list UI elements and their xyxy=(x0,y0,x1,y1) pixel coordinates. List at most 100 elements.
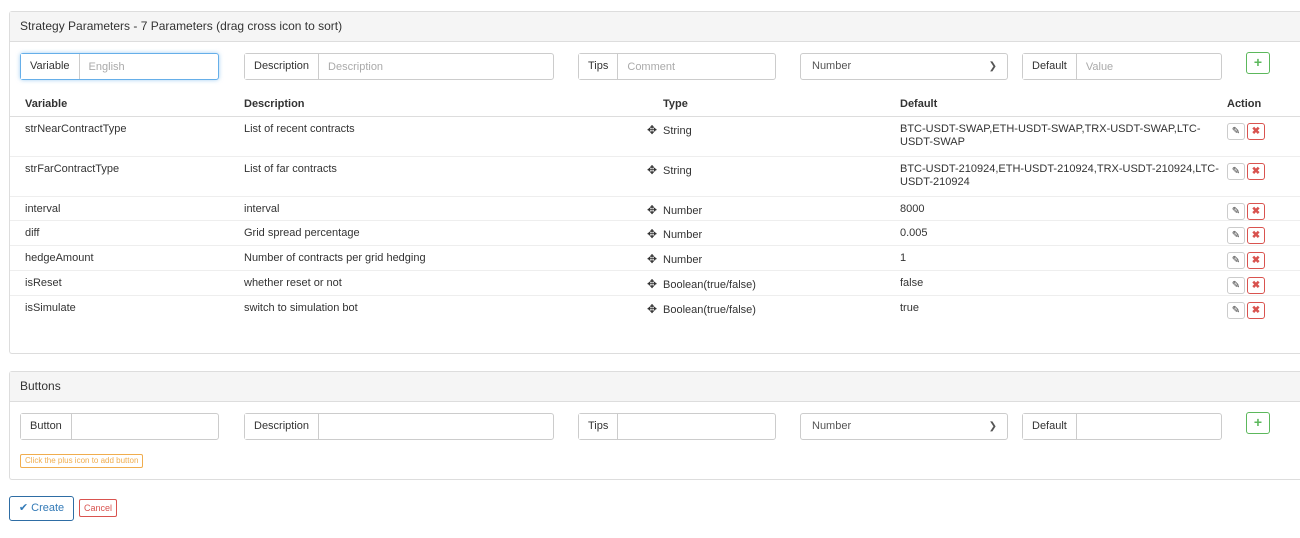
table-row: diff Grid spread percentage ✥ Number 0.00… xyxy=(10,219,1300,245)
row-actions: ✎ ✖ xyxy=(1227,155,1300,196)
add-button-button[interactable]: + xyxy=(1246,412,1270,434)
row-default: 1 xyxy=(900,244,1227,270)
move-cross-icon[interactable]: ✥ xyxy=(646,302,658,316)
row-type: String xyxy=(663,124,692,137)
row-description: Grid spread percentage xyxy=(244,219,646,245)
table-row: isSimulate switch to simulation bot ✥ Boo… xyxy=(10,294,1300,320)
row-variable: diff xyxy=(10,219,244,245)
move-cross-icon[interactable]: ✥ xyxy=(646,163,658,177)
row-variable: strFarContractType xyxy=(10,155,244,196)
pencil-icon[interactable]: ✎ xyxy=(1227,202,1245,220)
row-description: whether reset or not xyxy=(244,269,646,295)
pencil-icon[interactable]: ✎ xyxy=(1227,276,1245,294)
button-default-input[interactable] xyxy=(1076,414,1221,439)
row-type-cell: ✥ String xyxy=(646,155,900,196)
close-icon[interactable]: ✖ xyxy=(1247,122,1265,140)
move-cross-icon[interactable]: ✥ xyxy=(646,252,658,266)
row-default: false xyxy=(900,269,1227,295)
pencil-icon[interactable]: ✎ xyxy=(1227,162,1245,180)
button-tips-input-group: Tips xyxy=(578,413,776,440)
table-row: strNearContractType List of recent contr… xyxy=(10,115,1300,156)
tips-input-group: Tips xyxy=(578,53,776,80)
row-description: Number of contracts per grid hedging xyxy=(244,244,646,270)
pencil-icon[interactable]: ✎ xyxy=(1227,251,1245,269)
row-description: List of recent contracts xyxy=(244,115,646,156)
row-actions: ✎ ✖ xyxy=(1227,269,1300,295)
parameter-form-row: Variable Description Tips Number ❯ Defau… xyxy=(10,42,1300,82)
check-icon: ✔ xyxy=(18,502,29,514)
row-type-cell: ✥ Boolean(true/false) xyxy=(646,294,900,320)
table-row: isReset whether reset or not ✥ Boolean(tr… xyxy=(10,269,1300,295)
row-actions: ✎ ✖ xyxy=(1227,294,1300,320)
row-type-cell: ✥ Number xyxy=(646,195,900,220)
row-actions: ✎ ✖ xyxy=(1227,219,1300,245)
button-type-select-value: Number xyxy=(812,420,852,432)
button-default-label: Default xyxy=(1023,414,1077,439)
close-icon[interactable]: ✖ xyxy=(1247,251,1265,269)
row-actions: ✎ ✖ xyxy=(1227,244,1300,270)
strategy-parameters-panel: Strategy Parameters - 7 Parameters (drag… xyxy=(9,11,1300,354)
add-button-hint: Click the plus icon to add button xyxy=(20,454,144,468)
row-variable: isReset xyxy=(10,269,244,295)
button-input[interactable] xyxy=(71,414,218,439)
move-cross-icon[interactable]: ✥ xyxy=(646,123,658,137)
button-label: Button xyxy=(21,414,72,439)
row-type-cell: ✥ Boolean(true/false) xyxy=(646,269,900,295)
row-description: List of far contracts xyxy=(244,155,646,196)
close-icon[interactable]: ✖ xyxy=(1247,226,1265,244)
chevron-down-icon: ❯ xyxy=(988,61,997,72)
close-icon[interactable]: ✖ xyxy=(1247,162,1265,180)
row-variable: strNearContractType xyxy=(10,115,244,156)
default-input-group: Default xyxy=(1022,53,1222,80)
description-input-group: Description xyxy=(244,53,554,80)
pencil-icon[interactable]: ✎ xyxy=(1227,122,1245,140)
variable-label: Variable xyxy=(21,54,80,79)
button-tips-input[interactable] xyxy=(618,414,775,439)
buttons-panel: Buttons Button Description Tips Number ❯… xyxy=(9,371,1300,480)
table-row: interval interval ✥ Number 8000 ✎ ✖ xyxy=(10,195,1300,220)
close-icon[interactable]: ✖ xyxy=(1247,276,1265,294)
button-type-select[interactable]: Number ❯ xyxy=(800,413,1008,440)
description-input[interactable] xyxy=(319,54,553,79)
button-tips-label: Tips xyxy=(579,414,619,439)
close-icon[interactable]: ✖ xyxy=(1247,301,1265,319)
add-parameter-button[interactable]: + xyxy=(1246,52,1270,74)
table-row: hedgeAmount Number of contracts per grid… xyxy=(10,244,1300,270)
default-input[interactable] xyxy=(1076,54,1221,79)
row-type: Boolean(true/false) xyxy=(663,278,756,291)
move-cross-icon[interactable]: ✥ xyxy=(646,277,658,291)
type-select-value: Number xyxy=(812,60,852,72)
row-variable: isSimulate xyxy=(10,294,244,320)
button-default-input-group: Default xyxy=(1022,413,1222,440)
buttons-panel-title: Buttons xyxy=(10,372,1300,402)
button-description-input[interactable] xyxy=(319,414,553,439)
row-description: interval xyxy=(244,195,646,220)
row-default: BTC-USDT-210924,ETH-USDT-210924,TRX-USDT… xyxy=(900,155,1227,196)
row-actions: ✎ ✖ xyxy=(1227,115,1300,156)
cancel-button[interactable]: Cancel xyxy=(79,499,118,517)
row-type: Number xyxy=(663,204,703,217)
header-description: Description xyxy=(244,93,646,117)
row-description: switch to simulation bot xyxy=(244,294,646,320)
move-cross-icon[interactable]: ✥ xyxy=(646,203,658,217)
row-default: BTC-USDT-SWAP,ETH-USDT-SWAP,TRX-USDT-SWA… xyxy=(900,115,1227,156)
create-button[interactable]: ✔ Create xyxy=(9,496,74,521)
button-input-group: Button xyxy=(20,413,219,440)
row-variable: hedgeAmount xyxy=(10,244,244,270)
row-default: 8000 xyxy=(900,195,1227,220)
table-row: strFarContractType List of far contracts… xyxy=(10,155,1300,196)
header-variable: Variable xyxy=(10,93,244,117)
table-header-row: Variable Description Type Default Action xyxy=(10,93,1300,117)
button-form-row: Button Description Tips Number ❯ Default… xyxy=(10,402,1300,442)
tips-input[interactable] xyxy=(618,54,775,79)
plus-icon: + xyxy=(1253,54,1263,70)
variable-input[interactable] xyxy=(79,54,218,79)
close-icon[interactable]: ✖ xyxy=(1247,202,1265,220)
default-label: Default xyxy=(1023,54,1077,79)
type-select[interactable]: Number ❯ xyxy=(800,53,1008,80)
tips-label: Tips xyxy=(579,54,619,79)
header-type: Type xyxy=(646,93,900,117)
move-cross-icon[interactable]: ✥ xyxy=(646,227,658,241)
pencil-icon[interactable]: ✎ xyxy=(1227,226,1245,244)
pencil-icon[interactable]: ✎ xyxy=(1227,301,1245,319)
